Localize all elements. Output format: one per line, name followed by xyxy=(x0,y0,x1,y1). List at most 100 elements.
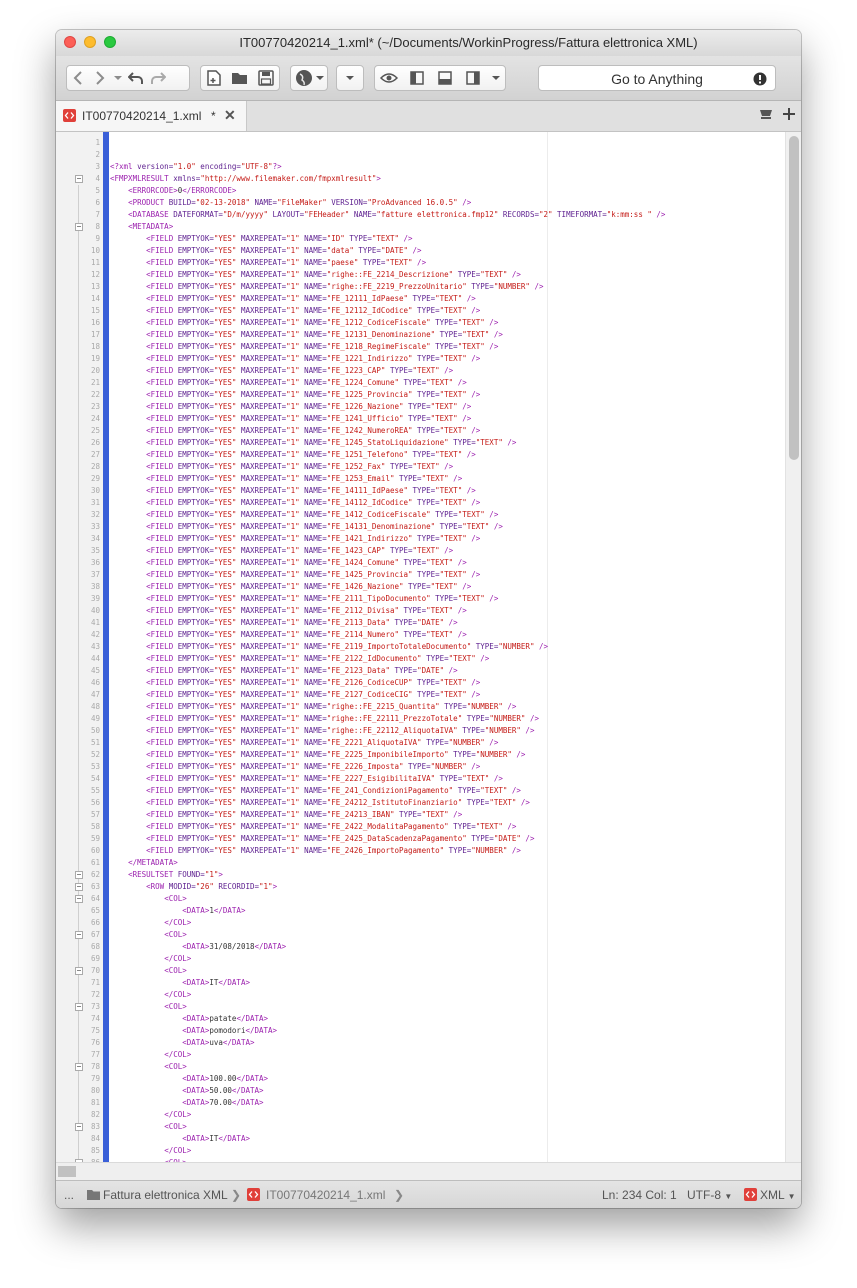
code-line: <FIELD EMPTYOK="YES" MAXREPEAT="1" NAME=… xyxy=(146,558,467,567)
vertical-scrollbar[interactable] xyxy=(785,132,801,1162)
code-line: <DATA>70.00</DATA> xyxy=(182,1098,264,1107)
fold-toggle-icon[interactable] xyxy=(75,895,83,903)
fold-toggle-icon[interactable] xyxy=(75,883,83,891)
folder-icon xyxy=(87,1190,100,1200)
tab-bar-actions xyxy=(759,108,795,120)
breadcrumb-folder[interactable]: Fattura elettronica XML xyxy=(103,1188,228,1202)
code-line: <METADATA> xyxy=(128,222,174,231)
minimize-window-button[interactable] xyxy=(84,36,96,48)
line-number: 27 xyxy=(90,450,100,459)
title-bar[interactable]: IT00770420214_1.xml* (~/Documents/Workin… xyxy=(56,30,801,56)
line-number: 22 xyxy=(90,390,100,399)
right-sidebar-icon[interactable] xyxy=(462,67,484,89)
code-line: <FIELD EMPTYOK="YES" MAXREPEAT="1" NAME=… xyxy=(146,414,472,423)
go-to-anything-label: Go to Anything xyxy=(611,71,703,87)
line-number: 1 xyxy=(95,138,100,147)
line-number: 45 xyxy=(90,666,100,675)
code-line: <FIELD EMPTYOK="YES" MAXREPEAT="1" NAME=… xyxy=(146,294,476,303)
tab-close-icon[interactable]: ✕ xyxy=(224,107,236,124)
back-arrow-icon[interactable] xyxy=(67,67,89,89)
breadcrumb-file[interactable]: IT00770420214_1.xml xyxy=(266,1188,385,1202)
code-line: <FIELD EMPTYOK="YES" MAXREPEAT="1" NAME=… xyxy=(146,798,530,807)
fold-toggle-icon[interactable] xyxy=(75,175,83,183)
line-number: 33 xyxy=(90,522,100,531)
horizontal-scrollbar[interactable] xyxy=(56,1162,801,1180)
line-number: 3 xyxy=(95,162,100,171)
breadcrumb-ellipsis[interactable]: ... xyxy=(64,1188,74,1202)
line-number: 60 xyxy=(90,846,100,855)
code-line: </COL> xyxy=(164,1050,192,1059)
bottom-panel-icon[interactable] xyxy=(434,67,456,89)
code-line: <FIELD EMPTYOK="YES" MAXREPEAT="1" NAME=… xyxy=(146,426,481,435)
fold-toggle-icon[interactable] xyxy=(75,1123,83,1131)
go-to-anything-field[interactable]: Go to Anything xyxy=(538,65,776,91)
encoding-chevron-down-icon: ▼ xyxy=(724,1192,733,1201)
syntax-selector[interactable]: XML ▼ xyxy=(760,1188,796,1202)
forward-arrow-icon[interactable] xyxy=(89,67,111,89)
code-line: <COL> xyxy=(164,930,187,939)
redo-icon[interactable] xyxy=(147,67,169,89)
code-line: <FIELD EMPTYOK="YES" MAXREPEAT="1" NAME=… xyxy=(146,726,535,735)
code-line: <FIELD EMPTYOK="YES" MAXREPEAT="1" NAME=… xyxy=(146,774,503,783)
code-line: <FIELD EMPTYOK="YES" MAXREPEAT="1" NAME=… xyxy=(146,378,467,387)
code-line: <FIELD EMPTYOK="YES" MAXREPEAT="1" NAME=… xyxy=(146,486,476,495)
fold-toggle-icon[interactable] xyxy=(75,223,83,231)
line-number: 52 xyxy=(90,750,100,759)
code-line: <FIELD EMPTYOK="YES" MAXREPEAT="1" NAME=… xyxy=(146,834,535,843)
code-line: <FIELD EMPTYOK="YES" MAXREPEAT="1" NAME=… xyxy=(146,234,413,243)
code-line: <FIELD EMPTYOK="YES" MAXREPEAT="1" NAME=… xyxy=(146,534,481,543)
code-line: <FIELD EMPTYOK="YES" MAXREPEAT="1" NAME=… xyxy=(146,366,454,375)
code-line: <FIELD EMPTYOK="YES" MAXREPEAT="1" NAME=… xyxy=(146,642,549,651)
fold-toggle-icon[interactable] xyxy=(75,931,83,939)
file-tab[interactable]: IT00770420214_1.xml * ✕ xyxy=(56,101,247,131)
globe-icon[interactable] xyxy=(293,67,315,89)
vertical-scrollbar-thumb[interactable] xyxy=(789,136,799,460)
line-number: 59 xyxy=(90,834,100,843)
code-line: <FIELD EMPTYOK="YES" MAXREPEAT="1" NAME=… xyxy=(146,786,521,795)
globe-chevron-down-icon[interactable] xyxy=(315,67,325,89)
close-window-button[interactable] xyxy=(64,36,76,48)
horizontal-scrollbar-thumb[interactable] xyxy=(58,1166,76,1177)
actions-dropdown[interactable] xyxy=(336,65,364,91)
fold-toggle-icon[interactable] xyxy=(75,1003,83,1011)
code-line: <FIELD EMPTYOK="YES" MAXREPEAT="1" NAME=… xyxy=(146,690,481,699)
code-line: <FIELD EMPTYOK="YES" MAXREPEAT="1" NAME=… xyxy=(146,594,499,603)
code-line: <FIELD EMPTYOK="YES" MAXREPEAT="1" NAME=… xyxy=(146,318,499,327)
code-line: <DATA>patate</DATA> xyxy=(182,1014,269,1023)
new-file-icon[interactable] xyxy=(203,67,225,89)
cursor-position[interactable]: Ln: 234 Col: 1 xyxy=(602,1188,677,1202)
fold-toggle-icon[interactable] xyxy=(75,871,83,879)
code-line: <FIELD EMPTYOK="YES" MAXREPEAT="1" NAME=… xyxy=(146,402,472,411)
line-number: 28 xyxy=(90,462,100,471)
line-number: 54 xyxy=(90,774,100,783)
open-folder-icon[interactable] xyxy=(229,67,251,89)
code-line: <FIELD EMPTYOK="YES" MAXREPEAT="1" NAME=… xyxy=(146,606,467,615)
code-editor[interactable]: 1 2 3 4 5 6 7 8 9 10 11 12 13 14 15 16 17 18 19 20 21 22 23 24 2… xyxy=(56,132,801,1162)
left-sidebar-icon[interactable] xyxy=(406,67,428,89)
code-line: <?xml version="1.0" encoding="UTF-8"?> xyxy=(110,162,282,171)
code-line: <DATABASE DATEFORMAT="D/m/yyyy" LAYOUT="… xyxy=(128,210,666,219)
line-number: 25 xyxy=(90,426,100,435)
new-tab-plus-icon[interactable] xyxy=(783,108,795,120)
line-number: 72 xyxy=(90,990,100,999)
undo-icon[interactable] xyxy=(125,67,147,89)
code-area[interactable]: <?xml version="1.0" encoding="UTF-8"?> <F… xyxy=(110,132,785,1162)
line-number: 79 xyxy=(90,1074,100,1083)
eye-icon[interactable] xyxy=(378,67,400,89)
code-line: <FIELD EMPTYOK="YES" MAXREPEAT="1" NAME=… xyxy=(146,678,481,687)
code-line: <FIELD EMPTYOK="YES" MAXREPEAT="1" NAME=… xyxy=(146,522,503,531)
history-chevron-down-icon[interactable] xyxy=(111,67,125,89)
encoding-selector[interactable]: UTF-8 ▼ xyxy=(687,1188,732,1202)
save-icon[interactable] xyxy=(255,67,277,89)
code-line: </COL> xyxy=(164,918,192,927)
syntax-label: XML xyxy=(760,1188,785,1202)
zoom-window-button[interactable] xyxy=(104,36,116,48)
notification-alert-icon[interactable] xyxy=(753,72,767,86)
code-line: </COL> xyxy=(164,954,192,963)
fold-toggle-icon[interactable] xyxy=(75,1063,83,1071)
breadcrumb-chevron-right-icon: ❯ xyxy=(231,1188,242,1202)
fold-toggle-icon[interactable] xyxy=(75,967,83,975)
tab-list-icon[interactable] xyxy=(759,108,773,120)
code-line: <FIELD EMPTYOK="YES" MAXREPEAT="1" NAME=… xyxy=(146,846,521,855)
view-chevron-down-icon[interactable] xyxy=(490,67,502,89)
